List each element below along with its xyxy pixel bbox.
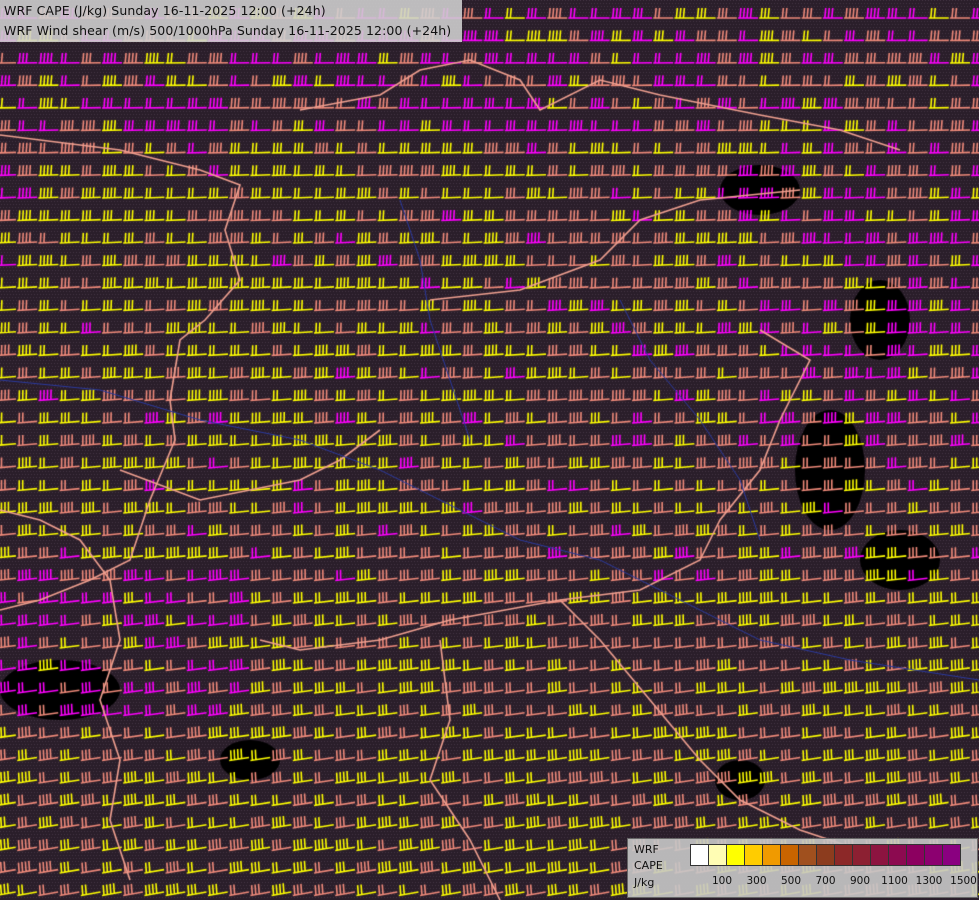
map-title-wind-shear: WRF Wind shear (m/s) 500/1000hPa Sunday … <box>4 23 452 38</box>
weather-map-canvas <box>0 0 979 900</box>
legend-swatches <box>690 844 961 866</box>
legend-swatch <box>690 844 709 866</box>
legend-tick-label: 1500 <box>950 875 977 887</box>
legend-swatch <box>924 844 943 866</box>
legend-swatch <box>726 844 745 866</box>
legend-tick-label: 100 <box>711 875 733 887</box>
legend-label-wrf: WRF <box>634 843 659 856</box>
legend-tick-label: 900 <box>849 875 871 887</box>
legend-swatch <box>798 844 817 866</box>
legend-swatch <box>762 844 781 866</box>
legend-tick-label: 500 <box>780 875 802 887</box>
legend-swatch <box>834 844 853 866</box>
legend-label-unit: J/kg <box>634 876 655 889</box>
legend-label-cape: CAPE <box>634 859 663 872</box>
legend-ticks: 100 300 500 700 900 1100 1300 1500 <box>690 875 977 889</box>
legend-swatch <box>816 844 835 866</box>
cape-legend: WRF CAPE J/kg 100 300 500 700 900 1100 1300 150… <box>627 838 978 898</box>
map-title-cape: WRF CAPE (J/kg) Sunday 16-11-2025 12:00 … <box>4 3 326 18</box>
legend-tick-label: 1100 <box>881 875 908 887</box>
legend-swatch <box>852 844 871 866</box>
legend-swatch <box>906 844 925 866</box>
legend-swatch <box>708 844 727 866</box>
legend-swatch <box>942 844 961 866</box>
legend-swatch <box>780 844 799 866</box>
legend-tick-label: 1300 <box>915 875 943 887</box>
legend-swatch <box>870 844 889 866</box>
title-box: WRF CAPE (J/kg) Sunday 16-11-2025 12:00 … <box>0 0 462 42</box>
legend-swatch <box>744 844 763 866</box>
legend-tick-label: 300 <box>746 875 767 887</box>
legend-tick-label: 700 <box>815 875 836 887</box>
legend-swatch <box>888 844 907 866</box>
